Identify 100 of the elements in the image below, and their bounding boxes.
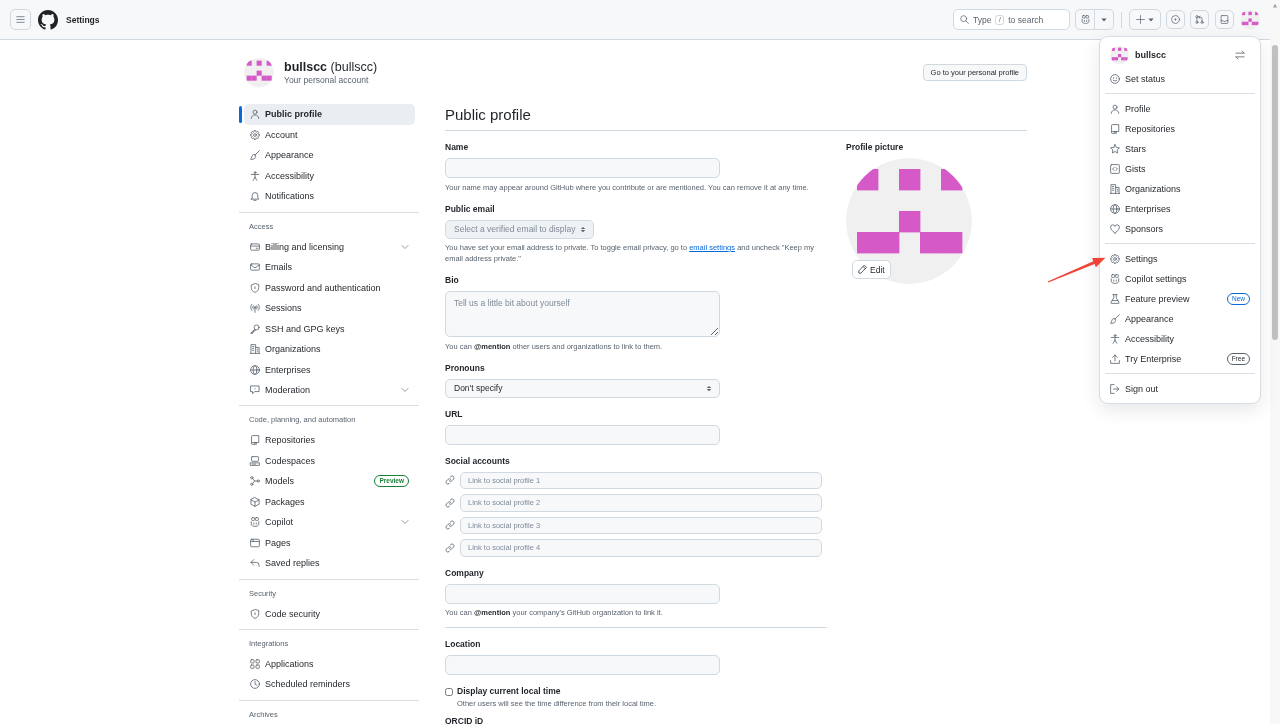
flask-icon bbox=[1110, 294, 1120, 304]
scrollbar[interactable] bbox=[1270, 0, 1280, 724]
issues-button[interactable] bbox=[1166, 10, 1185, 29]
robot-face-icon bbox=[1110, 274, 1120, 284]
credit-card-icon bbox=[250, 241, 260, 252]
building-icon bbox=[250, 344, 260, 354]
text-field[interactable] bbox=[445, 158, 720, 178]
envelope-icon bbox=[250, 262, 260, 272]
code-square-icon bbox=[1110, 164, 1120, 174]
pull-requests-button[interactable] bbox=[1190, 10, 1209, 29]
create-button[interactable] bbox=[1129, 9, 1161, 30]
switch-account-button[interactable] bbox=[1235, 50, 1245, 60]
select-arrows-icon bbox=[580, 225, 587, 233]
link-icon bbox=[445, 475, 455, 486]
paintbrush-icon bbox=[250, 150, 260, 161]
sidebar-item[interactable]: Organizations bbox=[244, 338, 415, 360]
assistant-button[interactable] bbox=[1075, 9, 1095, 30]
triangle-up-icon[interactable] bbox=[1272, 3, 1278, 8]
menu-item[interactable]: Organizations bbox=[1105, 179, 1255, 199]
text-field[interactable] bbox=[445, 583, 720, 604]
reply-arrow-icon bbox=[250, 558, 260, 569]
search-icon bbox=[960, 15, 969, 24]
sidebar-item[interactable]: Billing and licensing bbox=[244, 236, 415, 257]
menu-item[interactable]: Sign out bbox=[1105, 379, 1255, 399]
menu-item[interactable]: Copilot settings bbox=[1105, 269, 1255, 289]
sidebar-item[interactable]: Saved replies bbox=[244, 553, 415, 574]
identicon-avatar bbox=[244, 57, 274, 88]
menu-item[interactable]: Sponsors bbox=[1105, 219, 1255, 239]
select-arrows-icon bbox=[706, 384, 712, 392]
sidebar-item[interactable]: Repositories bbox=[244, 430, 415, 451]
checkbox-label: Display current local time bbox=[457, 686, 561, 697]
sign-out-icon bbox=[1110, 384, 1120, 394]
logo-icon[interactable] bbox=[38, 9, 58, 30]
menu-item[interactable]: Enterprises bbox=[1105, 199, 1255, 219]
server-icon bbox=[250, 455, 260, 466]
nodes-icon bbox=[250, 476, 260, 487]
gear-icon bbox=[1110, 254, 1120, 264]
plus-icon bbox=[1136, 15, 1145, 24]
bell-icon bbox=[250, 191, 260, 202]
text-field[interactable] bbox=[445, 655, 720, 675]
sidebar-item[interactable]: Notifications bbox=[244, 186, 415, 207]
textarea-field[interactable]: Tell us a little bit about yourself bbox=[445, 291, 720, 337]
sidebar-item[interactable]: Applications bbox=[244, 653, 415, 674]
sidebar-item[interactable]: Sessions bbox=[244, 297, 415, 319]
accessibility-icon bbox=[250, 170, 260, 181]
sidebar-item[interactable]: Scheduled reminders bbox=[244, 674, 415, 695]
browser-window-icon bbox=[250, 537, 260, 548]
sidebar-item[interactable]: Enterprises bbox=[244, 359, 415, 380]
sidebar-item[interactable]: Appearance bbox=[244, 145, 415, 166]
robot-face-icon bbox=[250, 517, 260, 528]
sidebar-item[interactable]: Moderation bbox=[244, 379, 415, 401]
sidebar-item[interactable]: Emails bbox=[244, 256, 415, 278]
branch-arrows-icon bbox=[1195, 15, 1204, 24]
field-label: Location bbox=[445, 639, 482, 650]
scrollbar-thumb[interactable] bbox=[1272, 45, 1278, 340]
shield-icon bbox=[250, 608, 260, 619]
sidebar-item[interactable]: SSH and GPG keys bbox=[244, 318, 415, 339]
pencil-icon bbox=[858, 265, 867, 274]
menu-item[interactable]: Accessibility bbox=[1105, 329, 1255, 349]
smiley-icon bbox=[1110, 74, 1120, 84]
menu-item[interactable]: Set status bbox=[1105, 69, 1255, 89]
menu-icon bbox=[16, 15, 25, 24]
building-icon bbox=[1110, 184, 1120, 194]
swap-arrows-icon bbox=[1235, 50, 1245, 60]
assistant-menu-button[interactable] bbox=[1095, 9, 1114, 30]
field-label: Profile picture bbox=[846, 142, 905, 153]
sidebar-item[interactable]: Account bbox=[244, 124, 415, 145]
caret-icon bbox=[1148, 16, 1154, 23]
inbox-button[interactable] bbox=[1215, 10, 1234, 29]
link-icon bbox=[445, 542, 455, 553]
sidebar-item[interactable]: Code security bbox=[244, 603, 415, 624]
dropdown[interactable]: Don't specify bbox=[445, 378, 720, 398]
person-icon bbox=[1110, 104, 1120, 114]
sidebar-item[interactable]: Pages bbox=[244, 532, 415, 553]
menu-item[interactable]: Gists bbox=[1105, 159, 1255, 179]
sidebar-item[interactable]: Codespaces bbox=[244, 450, 415, 471]
sidebar-item[interactable]: Password and authentication bbox=[244, 277, 415, 298]
menu-item[interactable]: Profile bbox=[1105, 99, 1255, 119]
clock-icon bbox=[250, 679, 260, 690]
menu-item[interactable]: Appearance bbox=[1105, 309, 1255, 329]
field-label: URL bbox=[445, 408, 464, 420]
menu-item[interactable]: Repositories bbox=[1105, 119, 1255, 139]
text-field[interactable] bbox=[445, 424, 720, 445]
checkbox[interactable] bbox=[445, 687, 453, 696]
edit-button[interactable]: Edit bbox=[852, 260, 891, 279]
field-label: ORCID iD bbox=[445, 717, 485, 724]
sidebar-item[interactable]: Copilot bbox=[244, 512, 415, 533]
field-label: Pronouns bbox=[445, 362, 486, 374]
globe-icon bbox=[250, 364, 260, 375]
menu-button[interactable] bbox=[10, 9, 31, 30]
cube-icon bbox=[250, 496, 260, 507]
sidebar-item[interactable]: Packages bbox=[244, 491, 415, 512]
page-heading: Public profile bbox=[445, 105, 1027, 131]
book-icon bbox=[250, 435, 260, 446]
identicon-avatar[interactable] bbox=[1240, 9, 1260, 30]
sidebar-item[interactable]: Accessibility bbox=[244, 165, 415, 186]
menu-item[interactable]: Stars bbox=[1105, 139, 1255, 159]
link-icon bbox=[445, 520, 455, 531]
menu-item[interactable]: Settings bbox=[1105, 249, 1255, 269]
link-icon bbox=[445, 497, 455, 508]
